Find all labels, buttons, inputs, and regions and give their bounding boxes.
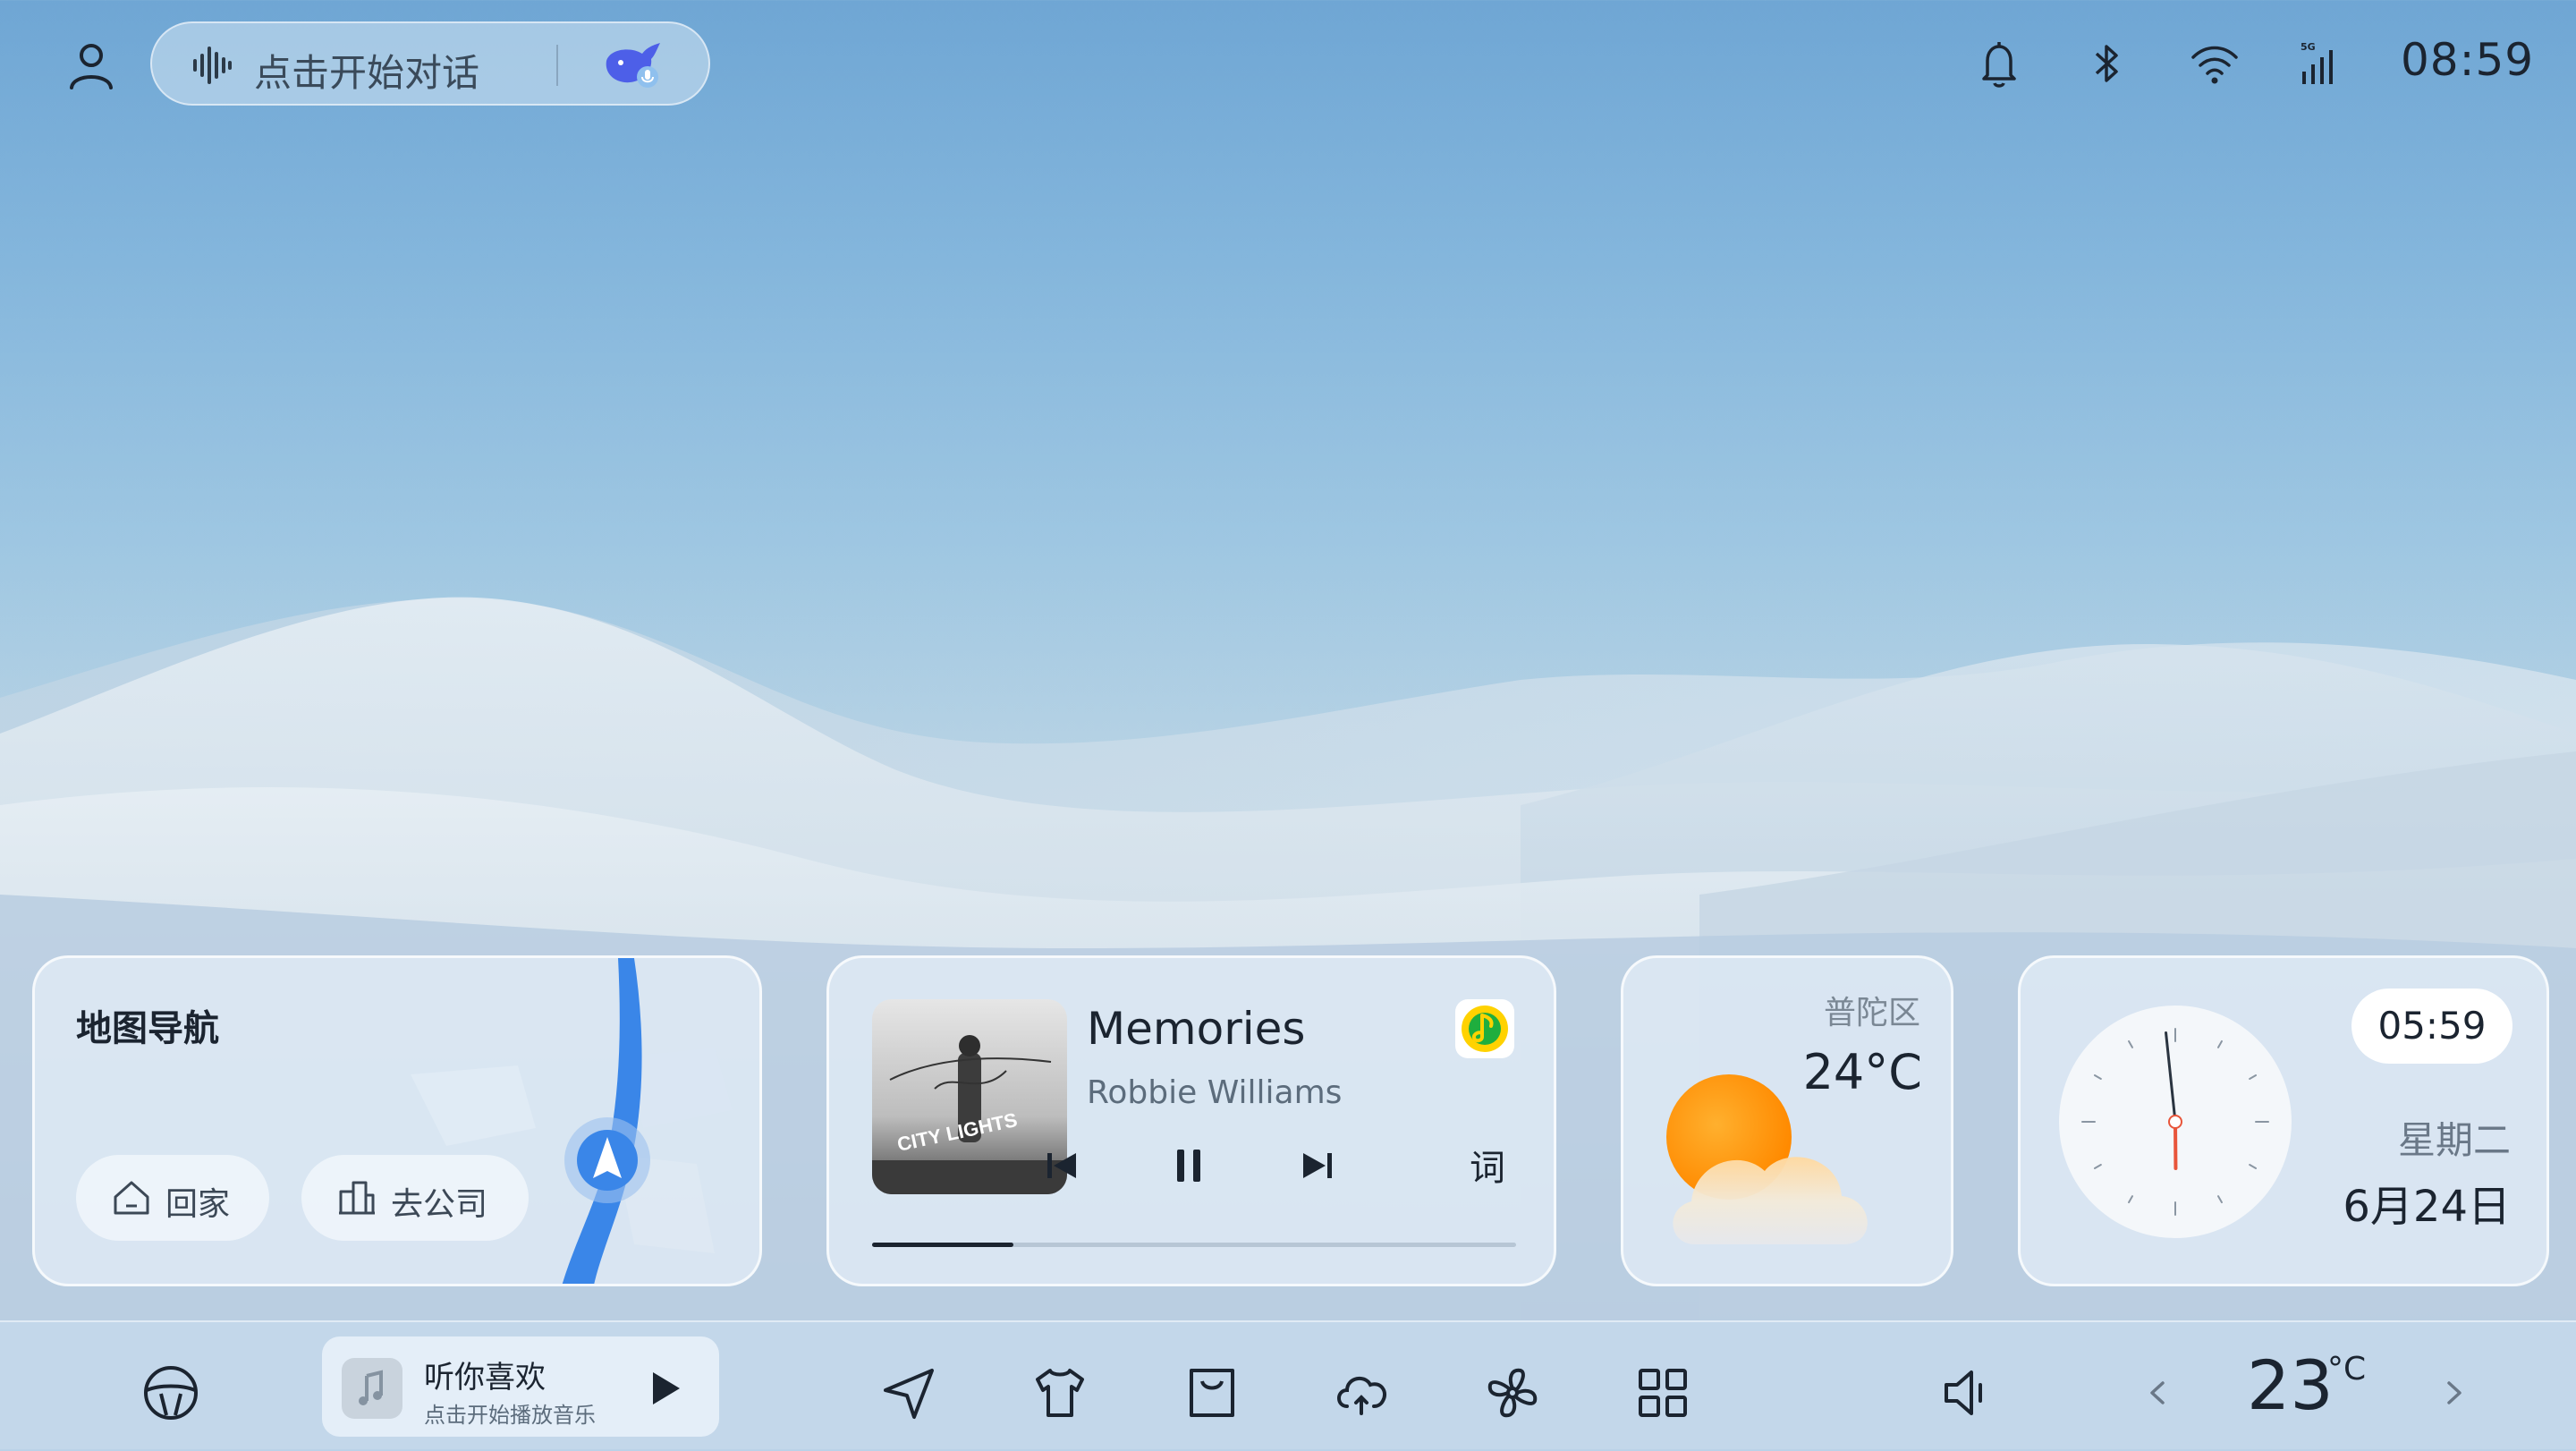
weekday: 星期二 (2398, 1110, 2511, 1165)
song-title: Memories (1087, 1003, 1305, 1055)
cloud-icon[interactable] (1333, 1363, 1392, 1422)
music-player-card[interactable]: CITY LIGHTS Memories Robbie Williams 词 (826, 955, 1556, 1286)
digital-time: 05:59 (2351, 989, 2512, 1064)
music-note-icon (342, 1358, 402, 1419)
map-navigation-card[interactable]: 地图导航 回家 去公司 (32, 955, 762, 1286)
next-track-icon[interactable] (1294, 1142, 1341, 1189)
cabin-temperature-unit: °C (2327, 1351, 2366, 1387)
clock-card[interactable]: 05:59 星期二 6月24日 (2018, 955, 2549, 1286)
bell-icon[interactable] (1977, 39, 2021, 89)
voice-assistant-placeholder: 点击开始对话 (254, 43, 479, 98)
top-status-bar: 点击开始对话 5G 08:59 (0, 0, 2576, 125)
song-artist: Robbie Williams (1087, 1074, 1342, 1111)
partly-cloudy-icon (1659, 1065, 1892, 1262)
go-to-work-label: 去公司 (391, 1178, 487, 1225)
voice-assistant-bar[interactable]: 点击开始对话 (150, 21, 710, 106)
nav-card-title: 地图导航 (76, 999, 219, 1051)
pause-icon[interactable] (1165, 1142, 1212, 1189)
apps-grid-icon[interactable] (1633, 1363, 1692, 1422)
user-profile-icon[interactable] (63, 38, 120, 95)
go-home-label: 回家 (165, 1178, 230, 1225)
bluetooth-icon[interactable] (2084, 39, 2129, 89)
date: 6月24日 (2343, 1171, 2511, 1234)
signal-label: 5G (2301, 41, 2316, 53)
mini-music-player[interactable]: 听你喜欢 点击开始播放音乐 (322, 1336, 719, 1437)
office-building-icon (337, 1179, 377, 1217)
mini-player-title: 听你喜欢 (424, 1353, 546, 1396)
lyrics-button[interactable]: 词 (1470, 1139, 1505, 1191)
5g-signal-icon: 5G (2297, 39, 2342, 89)
wifi-icon[interactable] (2190, 39, 2240, 89)
playback-progress-bar[interactable] (872, 1243, 1516, 1247)
voice-pill-divider (556, 45, 558, 86)
go-home-button[interactable]: 回家 (76, 1155, 269, 1241)
bag-icon[interactable] (1182, 1363, 1241, 1422)
cabin-temperature-value: 23 (2247, 1345, 2334, 1425)
previous-track-icon[interactable] (1038, 1142, 1085, 1189)
navigation-icon[interactable] (880, 1363, 939, 1422)
playback-progress-fill (872, 1243, 1013, 1247)
voice-wave-icon (191, 47, 233, 84)
chevron-left-icon[interactable] (2140, 1363, 2175, 1422)
weather-district: 普陀区 (1824, 987, 1920, 1033)
status-time: 08:59 (2401, 34, 2534, 86)
steering-wheel-icon[interactable] (141, 1363, 200, 1422)
chevron-right-icon[interactable] (2436, 1363, 2472, 1422)
analog-clock (2056, 1003, 2294, 1241)
bottom-dock: 听你喜欢 点击开始播放音乐 23 °C (0, 1320, 2576, 1451)
ai-assistant-whale-icon[interactable] (601, 39, 664, 91)
fan-icon[interactable] (1483, 1363, 1542, 1422)
shirt-icon[interactable] (1030, 1363, 1089, 1422)
go-to-work-button[interactable]: 去公司 (301, 1155, 529, 1241)
qq-music-icon[interactable] (1455, 999, 1514, 1058)
play-icon[interactable] (648, 1369, 683, 1408)
volume-icon[interactable] (1939, 1363, 1998, 1422)
home-icon (112, 1179, 151, 1217)
weather-card[interactable]: 普陀区 24°C (1621, 955, 1953, 1286)
mini-player-subtitle: 点击开始播放音乐 (424, 1397, 596, 1429)
